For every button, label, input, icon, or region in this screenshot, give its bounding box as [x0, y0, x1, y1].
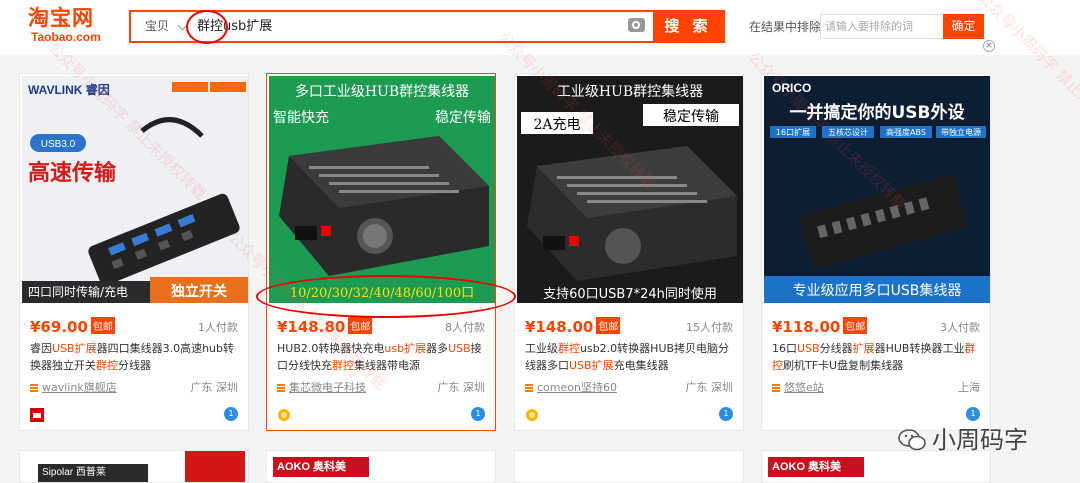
taobao-logo[interactable]: 淘宝网 Taobao.com: [28, 6, 113, 46]
product-price: ¥69.00 包邮: [30, 317, 115, 336]
shop-icon: [772, 384, 780, 392]
product-card-6[interactable]: AOKO 奥科美: [266, 450, 496, 483]
svg-text:一并搞定你的USB外设: 一并搞定你的USB外设: [789, 102, 964, 123]
camera-icon[interactable]: [628, 18, 645, 32]
product-price: ¥148.80 包邮: [277, 317, 373, 336]
svg-text:工业级HUB群控集线器: 工业级HUB群控集线器: [557, 83, 703, 100]
logo-cn-text: 淘宝网: [28, 6, 94, 30]
product-price: ¥148.00 包邮: [525, 317, 621, 336]
product-card-2[interactable]: 多口工业级HUB群控集线器 智能快充 稳定传输 10/20/30/32/40/4…: [266, 73, 496, 431]
product-card-4[interactable]: ORICO 一并搞定你的USB外设 16口扩展 五核芯设计 高强度ABS 带独立…: [761, 73, 991, 431]
svg-text:带独立电源: 带独立电源: [941, 127, 981, 137]
shop-icon: [277, 384, 285, 392]
shop-link[interactable]: 悠悠e站: [772, 379, 824, 395]
exclude-label: 在结果中排除: [749, 20, 822, 34]
service-badge-icon[interactable]: 1: [966, 407, 980, 421]
logo-en-text: Taobao.com: [31, 30, 101, 44]
search-button[interactable]: 搜 索: [653, 12, 723, 41]
shop-icon: [525, 384, 533, 392]
svg-text:五核芯设计: 五核芯设计: [828, 127, 868, 137]
svg-text:高强度ABS: 高强度ABS: [886, 127, 926, 137]
brand-banner: Sipolar 西普莱: [38, 464, 148, 482]
payers-count: 8人付款: [445, 321, 485, 334]
payers-count: 15人付款: [686, 321, 733, 334]
product-card-7[interactable]: [514, 450, 744, 483]
close-icon[interactable]: ×: [983, 40, 995, 52]
product-card-5[interactable]: Sipolar 西普莱: [19, 450, 249, 483]
product-card-3[interactable]: 工业级HUB群控集线器 稳定传输 2A充电 支持60口USB7*24h同时使用 …: [514, 73, 744, 431]
svg-text:16口扩展: 16口扩展: [776, 127, 810, 137]
svg-text:专业级应用多口USB集线器: 专业级应用多口USB集线器: [793, 282, 962, 299]
shop-link[interactable]: 集芯微电子科技: [277, 379, 366, 395]
gold-seller-badge-icon[interactable]: [277, 407, 291, 421]
exclude-input[interactable]: 请输入要排除的词: [820, 14, 944, 39]
product-image-1[interactable]: WAVLINK 睿因 USB3.0 高速传输 四口同时传输/充电 独立开关: [22, 76, 248, 303]
brand-banner: AOKO 奥科美: [273, 457, 369, 477]
annotation-ellipse: [256, 275, 516, 318]
free-shipping-badge: 包邮: [348, 317, 373, 334]
product-title[interactable]: 睿因USB扩展器四口集线器3.0高速hub转换器独立开关群控分线器: [30, 340, 242, 374]
free-shipping-badge: 包邮: [843, 317, 868, 334]
product-image-4[interactable]: ORICO 一并搞定你的USB外设 16口扩展 五核芯设计 高强度ABS 带独立…: [764, 76, 990, 303]
svg-text:ORICO: ORICO: [772, 81, 811, 95]
shop-link[interactable]: wavlink旗舰店: [30, 379, 117, 395]
svg-text:高速传输: 高速传输: [28, 160, 117, 186]
tmall-badge-icon[interactable]: [30, 407, 44, 422]
svg-text:四口同时传输/充电: 四口同时传输/充电: [28, 284, 128, 299]
product-image-2[interactable]: 多口工业级HUB群控集线器 智能快充 稳定传输 10/20/30/32/40/4…: [269, 76, 495, 303]
wechat-account: 小周码字: [898, 420, 1028, 455]
free-shipping-badge: 包邮: [90, 317, 115, 334]
product-card-1[interactable]: WAVLINK 睿因 USB3.0 高速传输 四口同时传输/充电 独立开关 ¥6…: [19, 73, 249, 431]
shop-icon: [30, 384, 38, 392]
shop-link[interactable]: comeon坚持60: [525, 379, 617, 395]
search-scope-label: 宝贝: [145, 19, 170, 33]
service-badge-icon[interactable]: 1: [224, 407, 238, 421]
promo-corner: [185, 451, 245, 482]
svg-text:稳定传输: 稳定传输: [663, 109, 719, 125]
brand-logo-text: WAVLINK 睿因: [28, 82, 110, 97]
free-shipping-badge: 包邮: [596, 317, 621, 334]
brand-banner: AOKO 奥科美: [768, 457, 864, 477]
product-title[interactable]: 工业级群控usb2.0转换器HUB拷贝电脑分线器多口USB扩展充电集线器: [525, 340, 737, 374]
svg-text:智能快充: 智能快充: [273, 110, 329, 126]
payers-count: 3人付款: [940, 321, 980, 334]
payers-count: 1人付款: [198, 321, 238, 334]
wechat-icon: [898, 429, 926, 451]
svg-text:USB3.0: USB3.0: [41, 139, 76, 150]
product-image-3[interactable]: 工业级HUB群控集线器 稳定传输 2A充电 支持60口USB7*24h同时使用: [517, 76, 743, 303]
service-badge-icon[interactable]: 1: [471, 407, 485, 421]
product-title[interactable]: HUB2.0转换器快充电usb扩展器多USB接口分线快充群控集线器带电源: [277, 340, 489, 374]
service-badge-icon[interactable]: 1: [719, 407, 733, 421]
top-bar: 淘宝网 Taobao.com 宝贝 群控usb扩展 搜 索 在结果中排除 请输入…: [0, 0, 1080, 55]
location: 广东 深圳: [437, 381, 486, 394]
svg-text:稳定传输: 稳定传输: [435, 110, 491, 126]
svg-text:支持60口USB7*24h同时使用: 支持60口USB7*24h同时使用: [543, 286, 717, 302]
location: 广东 深圳: [685, 381, 734, 394]
exclude-confirm-button[interactable]: 确定: [943, 14, 984, 39]
search-scope-select[interactable]: 宝贝: [131, 12, 191, 41]
annotation-circle: [186, 10, 228, 44]
svg-text:独立开关: 独立开关: [171, 283, 227, 300]
location: 上海: [958, 381, 980, 394]
product-price: ¥118.00 包邮: [772, 317, 868, 336]
gold-seller-badge-icon[interactable]: [525, 407, 539, 421]
product-title[interactable]: 16口USB分线器扩展器HUB转换器工业群控刷机TF卡U盘复制集线器: [772, 340, 984, 374]
svg-text:2A充电: 2A充电: [533, 117, 580, 133]
location: 广东 深圳: [190, 381, 239, 394]
svg-text:多口工业级HUB群控集线器: 多口工业级HUB群控集线器: [295, 83, 469, 100]
